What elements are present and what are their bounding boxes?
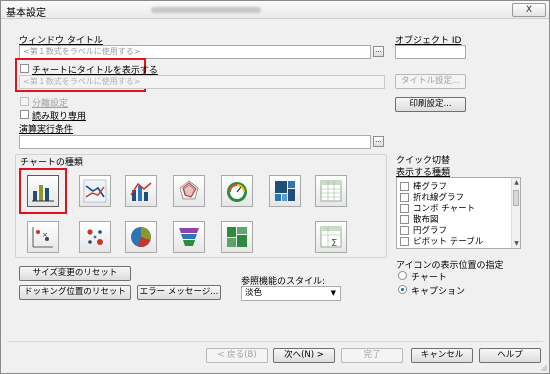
show-chart-title-checkbox[interactable] [20, 64, 29, 73]
chart-types-label: チャートの種類 [19, 155, 84, 168]
list-item[interactable]: ピボット テーブル [400, 235, 483, 247]
quick-switch-list[interactable]: 棒グラフ 折れ線グラフ コンボ チャート 散布図 円グラフ ピボット テーブル … [396, 177, 521, 249]
blurred-title-text [151, 7, 261, 13]
print-settings-button[interactable]: 印刷設定... [395, 97, 466, 112]
resize-grip-icon[interactable] [539, 363, 547, 371]
list-item-checkbox[interactable] [400, 193, 409, 202]
finish-button[interactable]: 完了 [341, 348, 403, 363]
bar-chart-icon[interactable] [27, 175, 59, 207]
split-settings-label: 分離設定 [32, 99, 69, 109]
chevron-down-icon: ▼ [330, 289, 336, 297]
help-button[interactable]: ヘルプ [479, 348, 541, 363]
list-item[interactable]: コンボ チャート [400, 202, 475, 214]
icon-position-caption-label: キャプション [411, 287, 466, 297]
docking-reset-button[interactable]: ドッキング位置のリセット [19, 285, 131, 300]
grid-chart-icon[interactable] [79, 221, 111, 253]
list-item[interactable]: 円グラフ [400, 224, 447, 236]
list-item-checkbox[interactable] [400, 215, 409, 224]
basic-settings-dialog: 基本設定 X ウィンドウ タイトル <第１数式をラベルに使用する> ... オブ… [0, 0, 550, 374]
icon-position-caption-radio[interactable] [398, 285, 407, 294]
list-item-checkbox[interactable] [400, 204, 409, 213]
list-item[interactable]: 散布図 [400, 213, 439, 225]
list-item-checkbox[interactable] [400, 226, 409, 235]
straight-table-icon[interactable] [315, 175, 347, 207]
reference-style-value: 淡色 [245, 288, 263, 298]
gauge-chart-icon[interactable] [221, 175, 253, 207]
object-id-input[interactable] [395, 45, 466, 59]
calc-condition-browse-button[interactable]: ... [373, 136, 384, 147]
size-reset-button[interactable]: サイズ変更のリセット [19, 266, 131, 281]
svg-text:×: × [42, 231, 48, 239]
window-title-browse-button[interactable]: ... [373, 46, 384, 57]
pivot-table-icon[interactable]: Σ [315, 221, 347, 253]
line-chart-icon[interactable] [79, 175, 111, 207]
title-settings-button[interactable]: タイトル設定... [395, 74, 466, 89]
scroll-down-icon[interactable]: ▼ [513, 240, 520, 247]
list-item-checkbox[interactable] [400, 237, 409, 246]
quick-switch-scrollbar[interactable]: ▲ ▼ [511, 178, 520, 248]
icon-position-chart-radio[interactable] [398, 271, 407, 280]
split-settings-checkbox[interactable] [20, 97, 29, 106]
calc-condition-input[interactable] [19, 135, 371, 149]
reference-style-select[interactable]: 淡色 ▼ [241, 286, 341, 301]
radar-chart-icon[interactable] [173, 175, 205, 207]
title-bar: 基本設定 X [1, 1, 549, 19]
chart-title-input[interactable]: <第１数式をラベルに使用する> [19, 75, 385, 89]
read-only-label: 読み取り専用 [32, 112, 87, 122]
list-item-checkbox[interactable] [400, 182, 409, 191]
next-button[interactable]: 次へ(N) > [273, 348, 335, 363]
window-title-input[interactable]: <第１数式をラベルに使用する> [19, 45, 371, 59]
pie-chart-icon[interactable] [125, 221, 157, 253]
footer-divider [7, 341, 543, 342]
calc-condition-label: 演算実行条件 [19, 125, 74, 135]
cancel-button[interactable]: キャンセル [411, 348, 473, 363]
icon-position-chart-label: チャート [411, 273, 447, 283]
svg-text:Σ: Σ [331, 238, 337, 249]
scatter-chart-icon[interactable]: × [27, 221, 59, 253]
block-chart-icon[interactable] [269, 175, 301, 207]
list-item[interactable]: 折れ線グラフ [400, 191, 464, 203]
scroll-up-icon[interactable]: ▲ [513, 179, 520, 186]
list-item[interactable]: 棒グラフ [400, 180, 447, 192]
error-message-button[interactable]: エラー メッセージ... [137, 285, 221, 300]
read-only-checkbox[interactable] [20, 110, 29, 119]
combo-chart-icon[interactable] [125, 175, 157, 207]
mekko-chart-icon[interactable] [221, 221, 253, 253]
scroll-thumb[interactable] [513, 190, 519, 206]
funnel-chart-icon[interactable] [173, 221, 205, 253]
back-button[interactable]: < 戻る(B) [206, 348, 268, 363]
close-button[interactable]: X [512, 3, 546, 17]
window-title: 基本設定 [6, 8, 46, 19]
